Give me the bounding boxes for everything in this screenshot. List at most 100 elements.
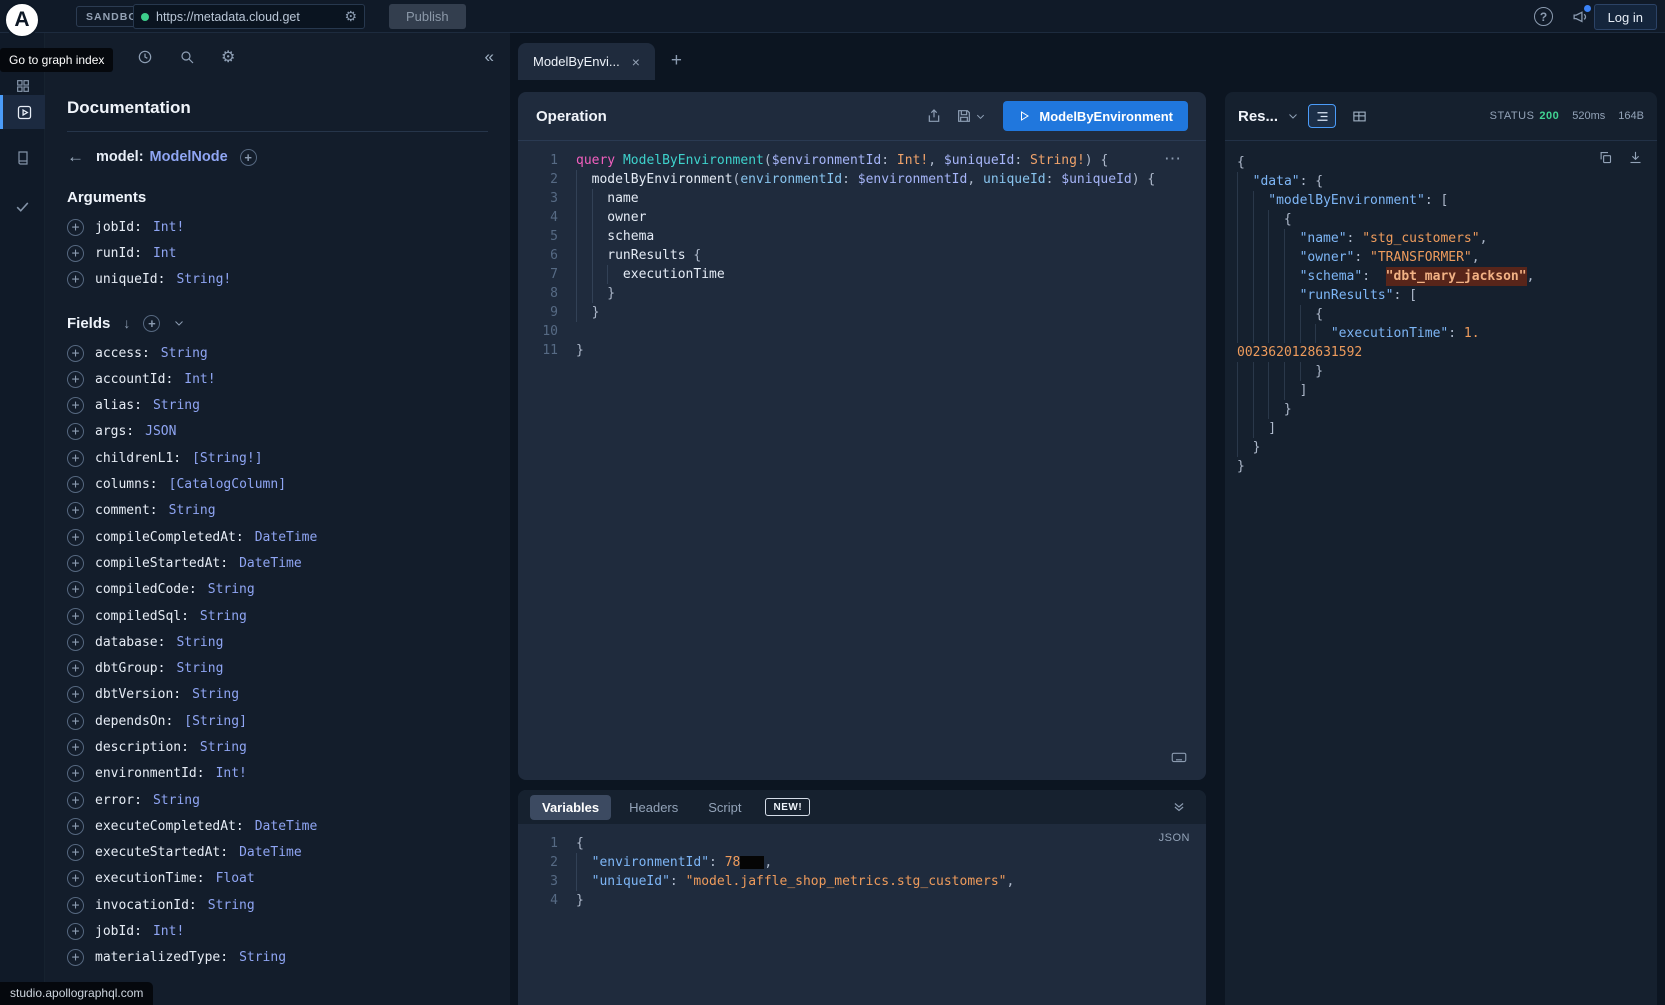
response-body[interactable]: {"data": {"modelByEnvironment": [{"name"… (1225, 141, 1657, 488)
doc-field-row[interactable]: +executeStartedAt:DateTime (67, 840, 488, 866)
add-to-query-icon[interactable]: + (67, 634, 84, 651)
tab-variables[interactable]: Variables (530, 795, 611, 820)
doc-field-row[interactable]: +compileStartedAt:DateTime (67, 550, 488, 576)
add-to-query-icon[interactable]: + (67, 713, 84, 730)
publish-button[interactable]: Publish (389, 4, 466, 29)
field-type-link[interactable]: String! (176, 272, 231, 287)
add-to-query-icon[interactable]: + (67, 844, 84, 861)
doc-field-row[interactable]: +compiledCode:String (67, 577, 488, 603)
doc-field-row[interactable]: +childrenL1:[String!] (67, 445, 488, 471)
endpoint-url-input[interactable]: https://metadata.cloud.get ⚙ (133, 4, 365, 29)
save-operation-icon[interactable] (956, 108, 972, 124)
field-type-link[interactable]: String (208, 582, 255, 597)
field-type-link[interactable]: String (153, 793, 200, 808)
add-to-query-icon[interactable]: + (67, 345, 84, 362)
doc-field-row[interactable]: +dbtVersion:String (67, 682, 488, 708)
field-type-link[interactable]: Float (216, 871, 255, 886)
chevron-down-icon[interactable] (173, 317, 185, 329)
doc-field-row[interactable]: +dependsOn:[String] (67, 708, 488, 734)
field-type-link[interactable]: DateTime (239, 556, 302, 571)
add-to-query-icon[interactable]: + (67, 555, 84, 572)
field-type-link[interactable]: Int! (184, 372, 215, 387)
explorer-nav-item[interactable] (0, 95, 45, 129)
save-chevron-down-icon[interactable] (975, 111, 986, 122)
table-view-button[interactable] (1345, 104, 1373, 128)
schema-nav-item[interactable] (0, 141, 45, 175)
add-to-query-icon[interactable]: + (67, 423, 84, 440)
add-to-query-icon[interactable]: + (67, 529, 84, 546)
doc-field-row[interactable]: +args:JSON (67, 419, 488, 445)
tab-script[interactable]: Script (696, 795, 753, 820)
add-to-query-icon[interactable]: + (67, 765, 84, 782)
add-to-query-icon[interactable]: + (67, 739, 84, 756)
tab-headers[interactable]: Headers (617, 795, 690, 820)
collapse-panel-icon[interactable]: « (485, 47, 494, 67)
field-type-link[interactable]: [String!] (192, 451, 262, 466)
doc-field-row[interactable]: +access:String (67, 340, 488, 366)
add-to-query-icon[interactable]: + (67, 450, 84, 467)
doc-field-row[interactable]: +uniqueId:String! (67, 267, 488, 293)
doc-field-row[interactable]: +compiledSql:String (67, 603, 488, 629)
doc-field-row[interactable]: +compileCompletedAt:DateTime (67, 524, 488, 550)
share-operation-icon[interactable] (926, 108, 942, 124)
doc-field-row[interactable]: +jobId:Int! (67, 918, 488, 944)
announcements-megaphone-icon[interactable] (1572, 8, 1589, 25)
add-to-query-icon[interactable]: + (67, 476, 84, 493)
back-arrow-icon[interactable]: ← (67, 147, 84, 167)
login-button[interactable]: Log in (1594, 4, 1657, 30)
doc-field-row[interactable]: +executeCompletedAt:DateTime (67, 813, 488, 839)
add-to-query-icon[interactable]: + (67, 581, 84, 598)
variables-editor[interactable]: 1{2"environmentId": 78,3"uniqueId": "mod… (518, 824, 1206, 920)
download-response-icon[interactable] (1628, 150, 1643, 165)
add-to-query-icon[interactable]: + (67, 949, 84, 966)
new-tab-button[interactable]: + (671, 50, 682, 72)
add-fields-icon[interactable]: + (143, 315, 160, 332)
add-to-query-icon[interactable]: + (67, 502, 84, 519)
collapse-variables-icon[interactable] (1172, 800, 1186, 814)
field-type-link[interactable]: String (192, 687, 239, 702)
doc-field-row[interactable]: +jobId:Int! (67, 214, 488, 240)
doc-field-row[interactable]: +dbtGroup:String (67, 655, 488, 681)
doc-field-row[interactable]: +alias:String (67, 392, 488, 418)
field-type-link[interactable]: String (208, 898, 255, 913)
doc-field-row[interactable]: +materializedType:String (67, 945, 488, 971)
add-to-query-icon[interactable]: + (67, 897, 84, 914)
help-icon[interactable]: ? (1534, 7, 1553, 26)
doc-field-row[interactable]: +runId:Int (67, 240, 488, 266)
response-chevron-down-icon[interactable] (1287, 110, 1299, 122)
add-to-query-icon[interactable]: + (67, 870, 84, 887)
field-type-link[interactable]: String (200, 740, 247, 755)
keyboard-shortcuts-icon[interactable] (1170, 748, 1188, 766)
search-icon[interactable] (179, 49, 195, 65)
close-tab-icon[interactable]: × (632, 54, 640, 70)
doc-field-row[interactable]: +executionTime:Float (67, 866, 488, 892)
add-to-query-icon[interactable]: + (67, 792, 84, 809)
editor-options-menu-icon[interactable]: ⋯ (1164, 149, 1182, 169)
field-type-link[interactable]: Int! (153, 220, 184, 235)
doc-field-row[interactable]: +error:String (67, 787, 488, 813)
field-type-link[interactable]: String (176, 661, 223, 676)
doc-field-row[interactable]: +invocationId:String (67, 892, 488, 918)
field-type-link[interactable]: String (161, 346, 208, 361)
history-icon[interactable] (137, 49, 153, 65)
settings-gear-icon[interactable]: ⚙ (221, 47, 235, 67)
add-to-query-icon[interactable]: + (67, 660, 84, 677)
tab-modelbyenvironment[interactable]: ModelByEnvi... × (518, 43, 655, 80)
doc-field-row[interactable]: +columns:[CatalogColumn] (67, 471, 488, 497)
endpoint-url-text[interactable]: https://metadata.cloud.get (156, 10, 337, 24)
add-all-fields-icon[interactable]: + (240, 149, 257, 166)
field-type-link[interactable]: String (239, 950, 286, 965)
field-type-link[interactable]: DateTime (255, 530, 318, 545)
add-to-query-icon[interactable]: + (67, 371, 84, 388)
run-operation-button[interactable]: ModelByEnvironment (1003, 101, 1188, 131)
field-type-link[interactable]: String (169, 503, 216, 518)
field-type-link[interactable]: JSON (145, 424, 176, 439)
field-type-link[interactable]: DateTime (239, 845, 302, 860)
doc-field-row[interactable]: +accountId:Int! (67, 366, 488, 392)
doc-field-row[interactable]: +environmentId:Int! (67, 761, 488, 787)
field-type-link[interactable]: Int! (153, 924, 184, 939)
add-to-query-icon[interactable]: + (67, 686, 84, 703)
add-to-query-icon[interactable]: + (67, 818, 84, 835)
add-to-query-icon[interactable]: + (67, 923, 84, 940)
field-type-link[interactable]: Int! (216, 766, 247, 781)
